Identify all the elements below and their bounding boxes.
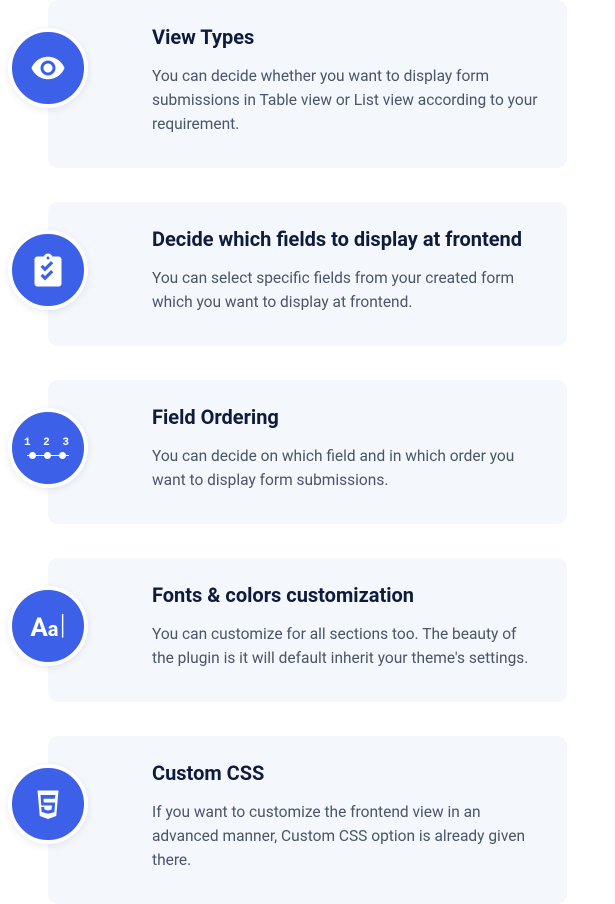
feature-description: You can decide whether you want to displ… — [152, 64, 539, 136]
feature-card: Custom CSS If you want to customize the … — [48, 736, 567, 904]
feature-title: Field Ordering — [152, 404, 539, 430]
feature-description: You can customize for all sections too. … — [152, 622, 539, 670]
eye-icon — [8, 28, 88, 108]
feature-title: Decide which fields to display at fronte… — [152, 226, 539, 252]
feature-title: Fonts & colors customization — [152, 582, 539, 608]
font-icon: Aa| — [8, 586, 88, 666]
ordering-icon: 1 2 3 — [8, 408, 88, 488]
feature-card: 1 2 3 Field Ordering You can decide on w… — [48, 380, 567, 524]
feature-card: View Types You can decide whether you wa… — [48, 0, 567, 168]
feature-card: Decide which fields to display at fronte… — [48, 202, 567, 346]
feature-title: Custom CSS — [152, 760, 539, 786]
feature-description: You can select specific fields from your… — [152, 266, 539, 314]
css-icon — [8, 764, 88, 844]
feature-description: If you want to customize the frontend vi… — [152, 800, 539, 872]
feature-card: Aa| Fonts & colors customization You can… — [48, 558, 567, 702]
feature-list: View Types You can decide whether you wa… — [48, 0, 567, 904]
feature-title: View Types — [152, 24, 539, 50]
clipboard-icon — [8, 230, 88, 310]
feature-description: You can decide on which field and in whi… — [152, 444, 539, 492]
